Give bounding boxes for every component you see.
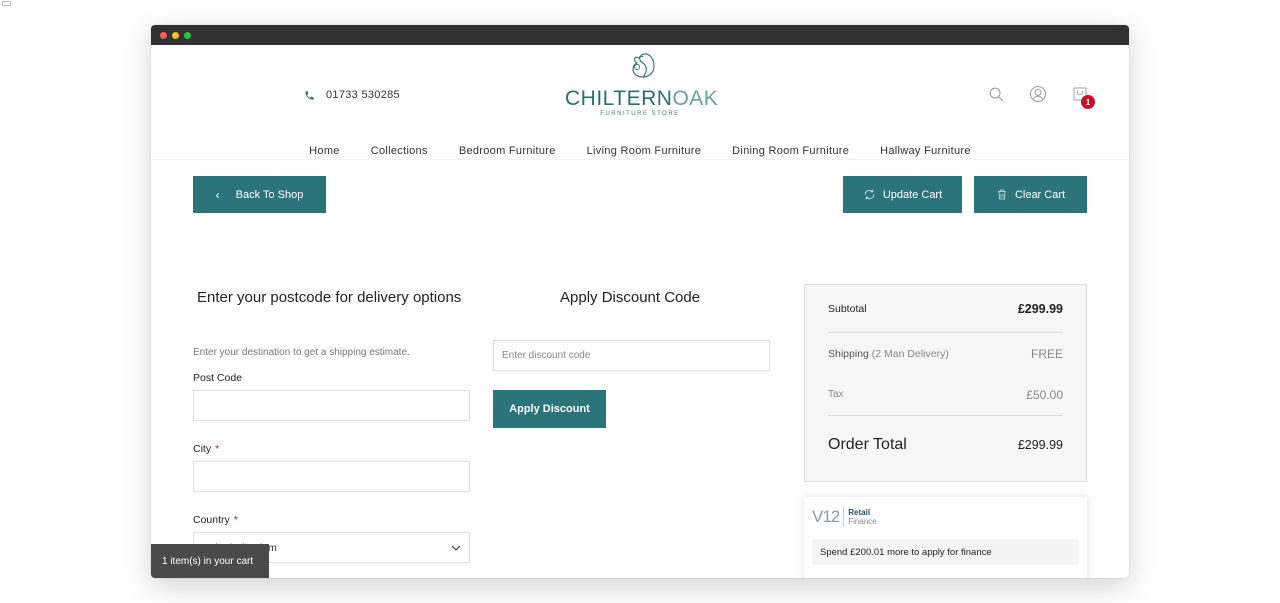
logo-accent-text: OAK — [672, 87, 719, 110]
tax-label: Tax — [828, 389, 844, 400]
city-label-text: City — [193, 443, 212, 455]
clear-cart-label: Clear Cart — [1014, 188, 1066, 201]
site-header: 01733 530285 CHILTERNOAK FURNITURE STORE… — [151, 45, 1129, 160]
user-icon — [1030, 86, 1046, 102]
back-to-shop-label: Back To Shop — [235, 188, 304, 201]
shipping-label-group: Shipping (2 Man Delivery) — [828, 348, 949, 360]
search-button[interactable] — [987, 85, 1005, 103]
minimize-window-button[interactable] — [172, 32, 179, 39]
v12-logo-mark: V12 — [812, 507, 845, 527]
logo-main-text: CHILTERN — [565, 87, 673, 110]
country-label: Country * — [193, 514, 238, 526]
finance-message: Spend £200.01 more to apply for finance — [812, 539, 1079, 565]
nav-collections[interactable]: Collections — [371, 145, 428, 157]
order-total-value: £299.99 — [1017, 438, 1063, 452]
shipping-row: Shipping (2 Man Delivery) FREE — [828, 333, 1063, 374]
order-total-row: Order Total £299.99 — [828, 416, 1063, 474]
title-bar — [151, 25, 1129, 45]
delivery-heading: Enter your postcode for delivery options — [197, 289, 462, 306]
order-total-label: Order Total — [828, 436, 907, 453]
apply-discount-button[interactable]: Apply Discount — [493, 390, 606, 428]
search-icon — [989, 87, 1003, 101]
cart-button[interactable]: 1 — [1071, 85, 1095, 109]
phone-number: 01733 530285 — [326, 89, 400, 101]
postcode-label-text: Post Code — [193, 372, 243, 384]
site-logo[interactable]: CHILTERNOAK FURNITURE STORE — [565, 49, 719, 117]
order-summary: Subtotal £299.99 Shipping (2 Man Deliver… — [804, 284, 1087, 482]
chevron-down-icon — [451, 545, 461, 551]
browser-window: 01733 530285 CHILTERNOAK FURNITURE STORE… — [151, 25, 1129, 578]
clear-cart-button[interactable]: Clear Cart — [974, 176, 1087, 213]
chevron-left-icon: ‹ — [215, 187, 220, 202]
city-input[interactable] — [193, 461, 470, 492]
header-actions: 1 — [987, 85, 1095, 109]
required-marker: * — [215, 443, 220, 455]
logo-tagline: FURNITURE STORE — [600, 111, 680, 117]
logo-wordmark: CHILTERNOAK — [565, 87, 719, 110]
country-label-text: Country — [193, 514, 230, 526]
subtotal-value: £299.99 — [1017, 301, 1063, 316]
tax-value: £50.00 — [1026, 387, 1063, 402]
postcode-input[interactable] — [193, 390, 470, 421]
cart-count-badge: 1 — [1081, 95, 1095, 109]
shipping-method: (2 Man Delivery) — [871, 347, 949, 360]
shipping-label: Shipping — [828, 347, 869, 360]
discount-heading: Apply Discount Code — [560, 289, 701, 306]
city-label: City * — [193, 443, 219, 455]
finance-widget: V12 Retail Finance Spend £200.01 more to … — [804, 497, 1087, 578]
maximize-window-button[interactable] — [184, 32, 191, 39]
subtotal-row: Subtotal £299.99 — [828, 285, 1063, 333]
discount-code-input[interactable]: Enter discount code — [493, 340, 770, 371]
nav-home[interactable]: Home — [309, 145, 340, 157]
shipping-estimate-hint: Enter your destination to get a shipping… — [193, 347, 410, 358]
tax-row: Tax £50.00 — [828, 374, 1063, 416]
v12-logo-text: Retail Finance — [848, 508, 876, 526]
close-window-button[interactable] — [160, 32, 167, 39]
nav-bedroom-furniture[interactable]: Bedroom Furniture — [459, 145, 556, 157]
squirrel-icon — [632, 53, 655, 78]
update-cart-button[interactable]: Update Cart — [843, 176, 962, 213]
account-button[interactable] — [1029, 85, 1047, 103]
nav-hallway-furniture[interactable]: Hallway Furniture — [880, 145, 971, 157]
cart-items-toast[interactable]: 1 item(s) in your cart — [151, 544, 269, 578]
phone-contact[interactable]: 01733 530285 — [304, 89, 400, 101]
refresh-icon — [864, 189, 875, 200]
trash-icon — [997, 189, 1006, 200]
v12-logo-line2: Finance — [848, 517, 877, 526]
v12-finance-logo: V12 Retail Finance — [812, 507, 1079, 527]
phone-icon — [305, 90, 314, 100]
nav-living-room-furniture[interactable]: Living Room Furniture — [587, 145, 702, 157]
postcode-label: Post Code — [193, 372, 242, 384]
required-marker: * — [233, 514, 238, 526]
main-nav: Home Collections Bedroom Furniture Livin… — [151, 145, 1129, 157]
nav-dining-room-furniture[interactable]: Dining Room Furniture — [732, 145, 849, 157]
discount-code-placeholder: Enter discount code — [502, 350, 591, 361]
back-to-shop-button[interactable]: ‹ Back To Shop — [193, 176, 326, 213]
shipping-value: FREE — [1030, 346, 1063, 361]
update-cart-label: Update Cart — [882, 188, 943, 201]
v12-logo-line1: Retail — [848, 508, 871, 517]
subtotal-label: Subtotal — [828, 302, 867, 315]
window-icon — [2, 1, 11, 6]
